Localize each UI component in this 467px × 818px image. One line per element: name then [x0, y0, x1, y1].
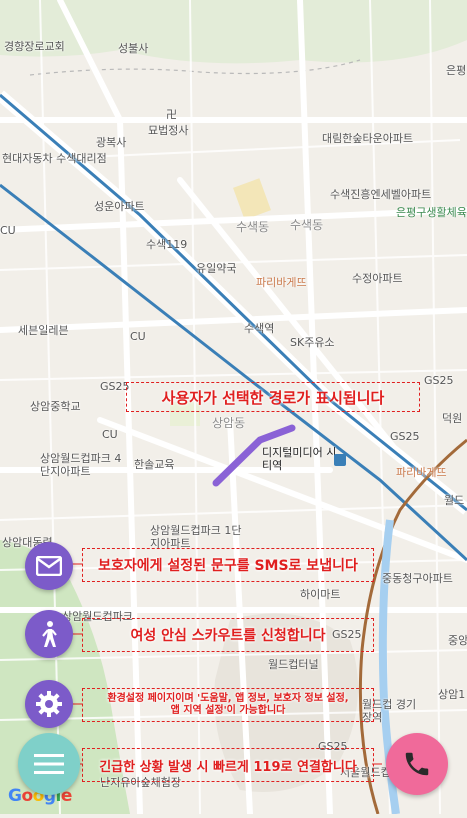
emergency-call-button[interactable] [386, 733, 448, 795]
menu-button[interactable] [18, 733, 80, 795]
sms-button[interactable] [25, 542, 73, 590]
settings-button[interactable] [25, 680, 73, 728]
envelope-icon [36, 556, 62, 576]
walking-person-icon [42, 621, 57, 647]
safety-scout-button[interactable] [25, 610, 73, 658]
gear-icon [36, 691, 62, 717]
hamburger-menu-icon [34, 754, 64, 774]
phone-icon [405, 752, 429, 776]
